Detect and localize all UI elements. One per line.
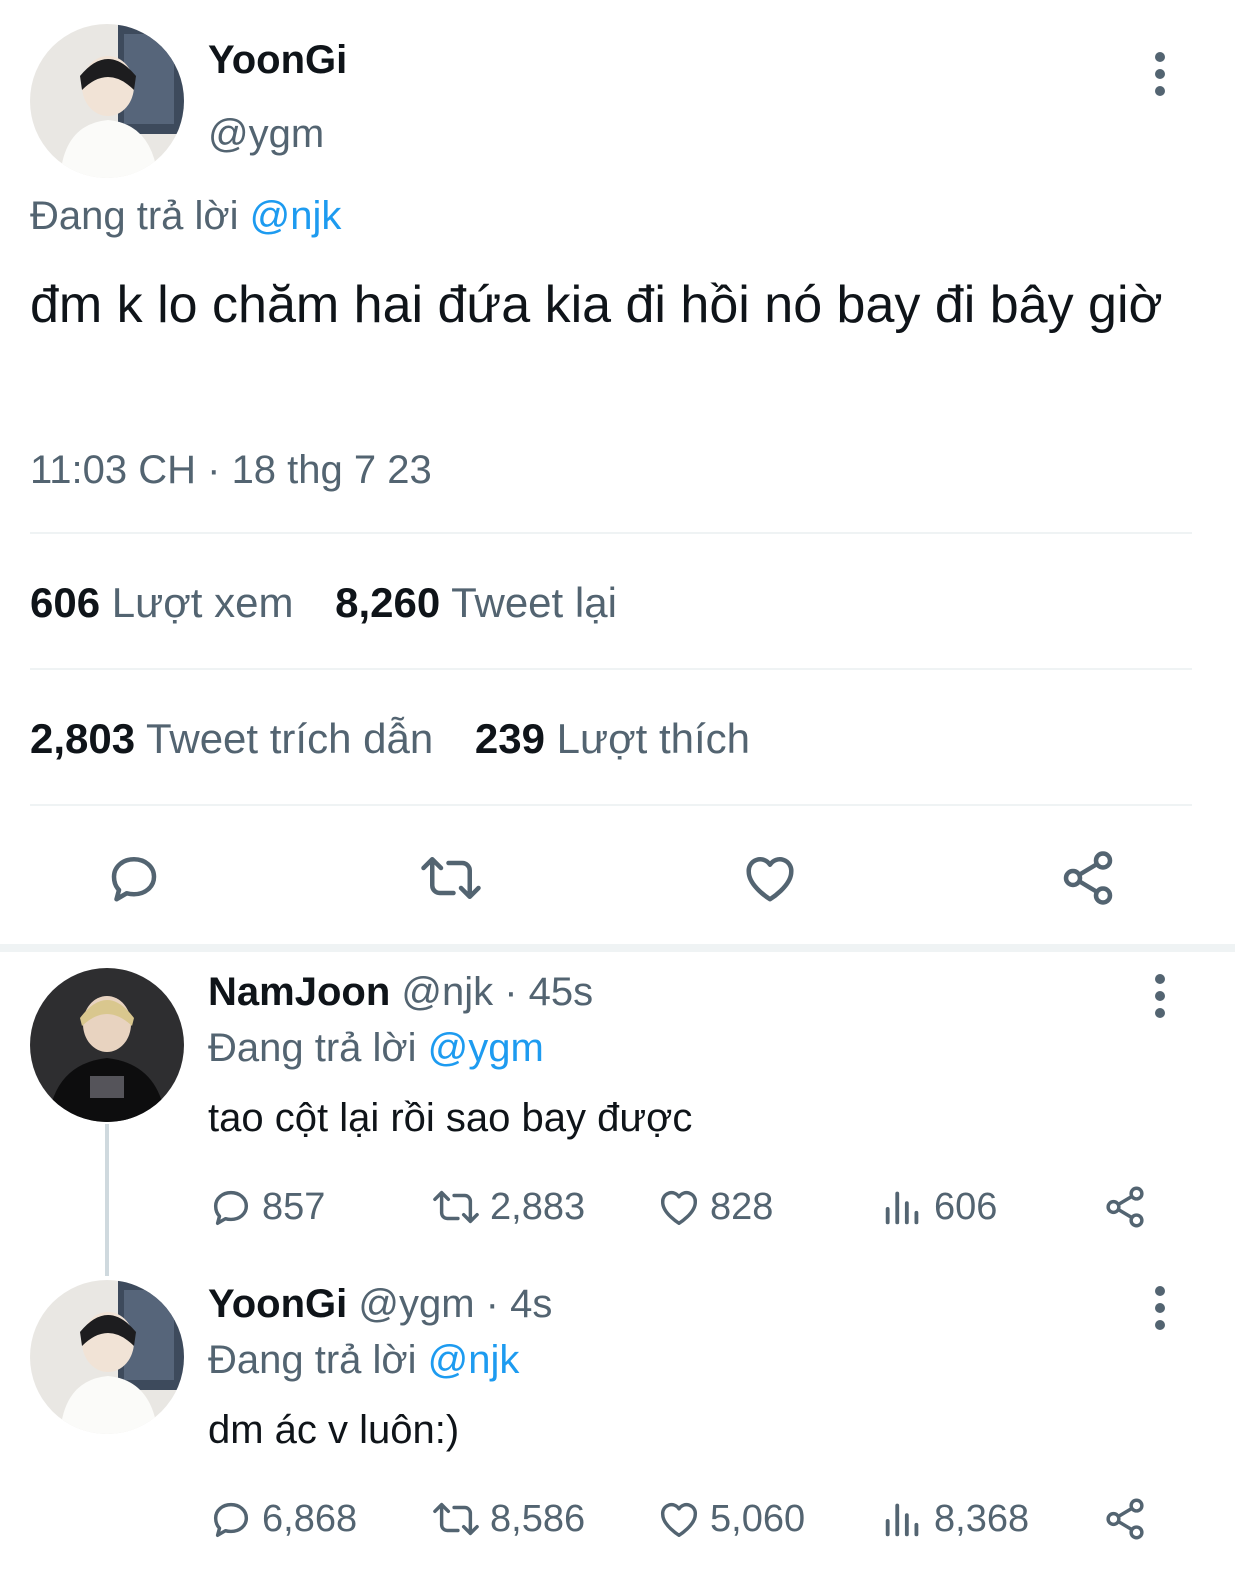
avatar[interactable] [30,24,184,178]
more-vertical-icon[interactable] [1150,974,1170,1018]
replying-to-link[interactable]: @njk [428,1338,520,1382]
stats-row-2: 2,803 Tweet trích dẫn 239 Lượt thích [30,715,750,763]
reply-button[interactable]: 6,868 [208,1496,357,1542]
retweet-icon [433,1502,479,1536]
likes-label: Lượt thích [556,715,751,762]
likes-count: 239 [474,715,545,762]
replying-prefix: Đang trả lời [208,1338,417,1382]
retweet-count: 2,883 [490,1185,586,1228]
heart-icon [660,1502,698,1538]
reply-count: 857 [262,1185,326,1228]
avatar-image [30,1280,184,1434]
more-vertical-icon[interactable] [1150,1286,1170,1330]
avatar-image [30,968,184,1122]
replying-to-line: Đang trả lời @ygm [208,1026,544,1071]
reply-header: YoonGi @ygm · 4s [208,1282,552,1327]
retweet-button[interactable]: 8,586 [430,1496,585,1542]
quotes-stat[interactable]: 2,803 Tweet trích dẫn [30,715,445,762]
divider [30,532,1192,534]
views-stat[interactable]: 606 Lượt xem [30,579,305,626]
heart-icon [660,1190,698,1226]
quotes-count: 2,803 [30,715,136,762]
retweets-stat[interactable]: 8,260 Tweet lại [335,579,617,626]
view-count: 606 [934,1185,998,1228]
reply-author-name[interactable]: NamJoon [208,970,390,1014]
views-label: Lượt xem [111,579,294,626]
reply-button[interactable]: 857 [208,1184,325,1230]
divider [30,668,1192,670]
avatar[interactable] [30,968,184,1122]
reply-count: 6,868 [262,1497,358,1540]
avatar[interactable] [30,1280,184,1434]
tweet-text: đm k lo chăm hai đứa kia đi hồi nó bay đ… [30,276,1163,334]
like-button[interactable]: 5,060 [656,1496,805,1542]
retweet-icon [433,1190,479,1224]
reply-text: tao cột lại rồi sao bay được [208,1096,693,1140]
heart-icon[interactable] [740,848,800,908]
avatar-image [30,24,184,178]
share-button[interactable] [1102,1184,1156,1230]
share-icon[interactable] [1058,848,1118,908]
reply-icon [213,1502,249,1538]
views-button[interactable]: 8,368 [880,1496,1029,1542]
reply-meta[interactable]: @ygm · 4s [358,1282,552,1326]
views-button[interactable]: 606 [880,1184,997,1230]
author-name[interactable]: YoonGi [208,38,347,83]
views-icon [885,1191,919,1225]
retweets-label: Tweet lại [451,579,617,626]
views-icon [885,1503,919,1537]
quotes-label: Tweet trích dẫn [146,715,434,762]
reply-author-name[interactable]: YoonGi [208,1282,347,1326]
more-vertical-icon[interactable] [1150,52,1170,96]
retweet-button[interactable]: 2,883 [430,1184,585,1230]
author-handle[interactable]: @ygm [208,112,324,157]
thread-line [105,1124,109,1276]
reply-meta[interactable]: @njk · 45s [401,970,593,1014]
reply-header: NamJoon @njk · 45s [208,970,593,1015]
share-icon [1106,1186,1144,1228]
section-divider [0,944,1235,952]
share-button[interactable] [1102,1496,1156,1542]
stats-row-1: 606 Lượt xem 8,260 Tweet lại [30,579,617,627]
replying-prefix: Đang trả lời [208,1026,417,1070]
likes-stat[interactable]: 239 Lượt thích [475,715,750,762]
retweet-count: 8,586 [490,1497,586,1540]
replying-to-line: Đang trả lời @njk [208,1338,519,1383]
reply-icon [213,1190,249,1226]
replying-prefix: Đang trả lời [30,194,239,238]
view-count: 8,368 [934,1497,1030,1540]
replying-to-link[interactable]: @ygm [428,1026,544,1070]
views-count: 606 [30,579,101,626]
tweet-timestamp[interactable]: 11:03 CH · 18 thg 7 23 [30,448,432,493]
like-count: 5,060 [710,1497,806,1540]
reply-icon[interactable] [104,848,164,908]
reply-text: dm ác v luôn:) [208,1408,460,1452]
retweets-count: 8,260 [335,579,441,626]
replying-to-link[interactable]: @njk [250,194,342,238]
divider [30,804,1192,806]
replying-to-line: Đang trả lời @njk [30,194,341,239]
retweet-icon[interactable] [418,848,484,908]
share-icon [1106,1498,1144,1540]
like-count: 828 [710,1185,774,1228]
like-button[interactable]: 828 [656,1184,773,1230]
